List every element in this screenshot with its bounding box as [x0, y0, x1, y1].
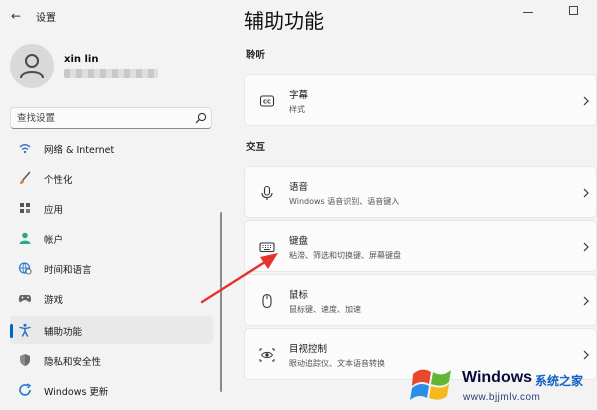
annotation-arrow: [200, 253, 278, 304]
shield-icon: [20, 354, 30, 366]
search-box[interactable]: [10, 107, 212, 129]
section-header-interaction: 交互: [246, 142, 266, 153]
network-icon: [19, 144, 31, 154]
microphone-icon: [261, 185, 273, 200]
sidebar-item-accessibility[interactable]: 辅助功能: [10, 316, 213, 344]
section-header-hearing: 聆听: [246, 50, 266, 61]
svg-text:CC: CC: [263, 100, 271, 106]
sidebar-item-gaming[interactable]: 游戏: [10, 284, 213, 312]
card-title: 鼠标: [289, 290, 309, 301]
accessibility-icon: [19, 323, 31, 337]
sidebar-item-label: 游戏: [44, 295, 64, 306]
sidebar-item-label: 应用: [44, 205, 64, 216]
sidebar-item-time-language[interactable]: 时间和语言: [10, 254, 213, 282]
sidebar-item-label: 帐户: [44, 235, 64, 246]
app-title: 设置: [36, 13, 56, 24]
sidebar-item-label: 时间和语言: [44, 265, 92, 276]
card-subtitle: 鼠标键、速度、加速: [289, 305, 361, 314]
maximize-icon[interactable]: [569, 6, 578, 15]
card-subtitle: 粘滞、筛选和切换键、屏幕键盘: [289, 251, 401, 260]
sidebar-item-personalization[interactable]: 个性化: [10, 164, 213, 192]
setting-card-speech[interactable]: 语音 Windows 语音识别、语音键入: [244, 166, 597, 218]
setting-card-keyboard[interactable]: 键盘 粘滞、筛选和切换键、屏幕键盘: [244, 220, 597, 272]
sidebar-item-label: 网络 & Internet: [44, 145, 115, 156]
page-title: 辅助功能: [244, 9, 324, 33]
chevron-right-icon: [583, 242, 589, 252]
setting-card-mouse[interactable]: 鼠标 鼠标键、速度、加速: [244, 274, 597, 326]
person-icon: [20, 54, 44, 79]
eye-control-icon: [259, 348, 275, 362]
back-arrow-icon[interactable]: ←: [8, 6, 24, 26]
card-title: 键盘: [289, 236, 309, 247]
card-title: 字幕: [289, 90, 309, 101]
windows-logo-icon: [410, 369, 451, 400]
watermark-brand: Windows: [462, 369, 533, 386]
sidebar-item-apps[interactable]: 应用: [10, 194, 213, 222]
sidebar-item-label: 辅助功能: [44, 327, 83, 338]
avatar[interactable]: [10, 44, 54, 88]
card-title: 语音: [289, 182, 309, 193]
user-name: xin lin: [64, 54, 99, 65]
setting-card-captions[interactable]: CC 字幕 样式: [244, 74, 597, 126]
brush-icon: [20, 171, 31, 184]
search-icon[interactable]: [194, 111, 208, 125]
captions-icon: CC: [259, 95, 275, 107]
card-title: 目视控制: [289, 344, 328, 355]
chevron-right-icon: [583, 96, 589, 106]
sidebar-item-network[interactable]: 网络 & Internet: [10, 134, 213, 162]
sidebar-item-label: 隐私和安全性: [44, 357, 102, 368]
card-subtitle: 样式: [289, 105, 305, 114]
search-input[interactable]: [17, 111, 187, 126]
watermark: Windows 系统之家 www.bjjmlv.com: [406, 360, 597, 410]
selection-indicator: [10, 324, 13, 338]
apps-icon: [20, 203, 30, 213]
gamepad-icon: [18, 295, 32, 303]
watermark-site-name: 系统之家: [535, 374, 584, 388]
watermark-url: www.bjjmlv.com: [463, 392, 541, 403]
sidebar-item-label: Windows 更新: [44, 387, 109, 398]
sidebar-item-label: 个性化: [44, 175, 73, 186]
minimize-icon[interactable]: [523, 7, 533, 17]
sidebar-item-windows-update[interactable]: Windows 更新: [10, 376, 213, 404]
globe-clock-icon: [18, 262, 32, 275]
sidebar-item-accounts[interactable]: 帐户: [10, 224, 213, 252]
windows-update-icon: [19, 383, 32, 396]
account-icon: [19, 232, 31, 244]
card-subtitle: Windows 语音识别、语音键入: [289, 197, 400, 206]
user-email-blurred: [64, 69, 158, 78]
card-subtitle: 眼动追踪仪、文本语音转换: [289, 359, 385, 368]
sidebar-item-privacy[interactable]: 隐私和安全性: [10, 346, 213, 374]
chevron-right-icon: [583, 296, 589, 306]
chevron-right-icon: [583, 188, 589, 198]
